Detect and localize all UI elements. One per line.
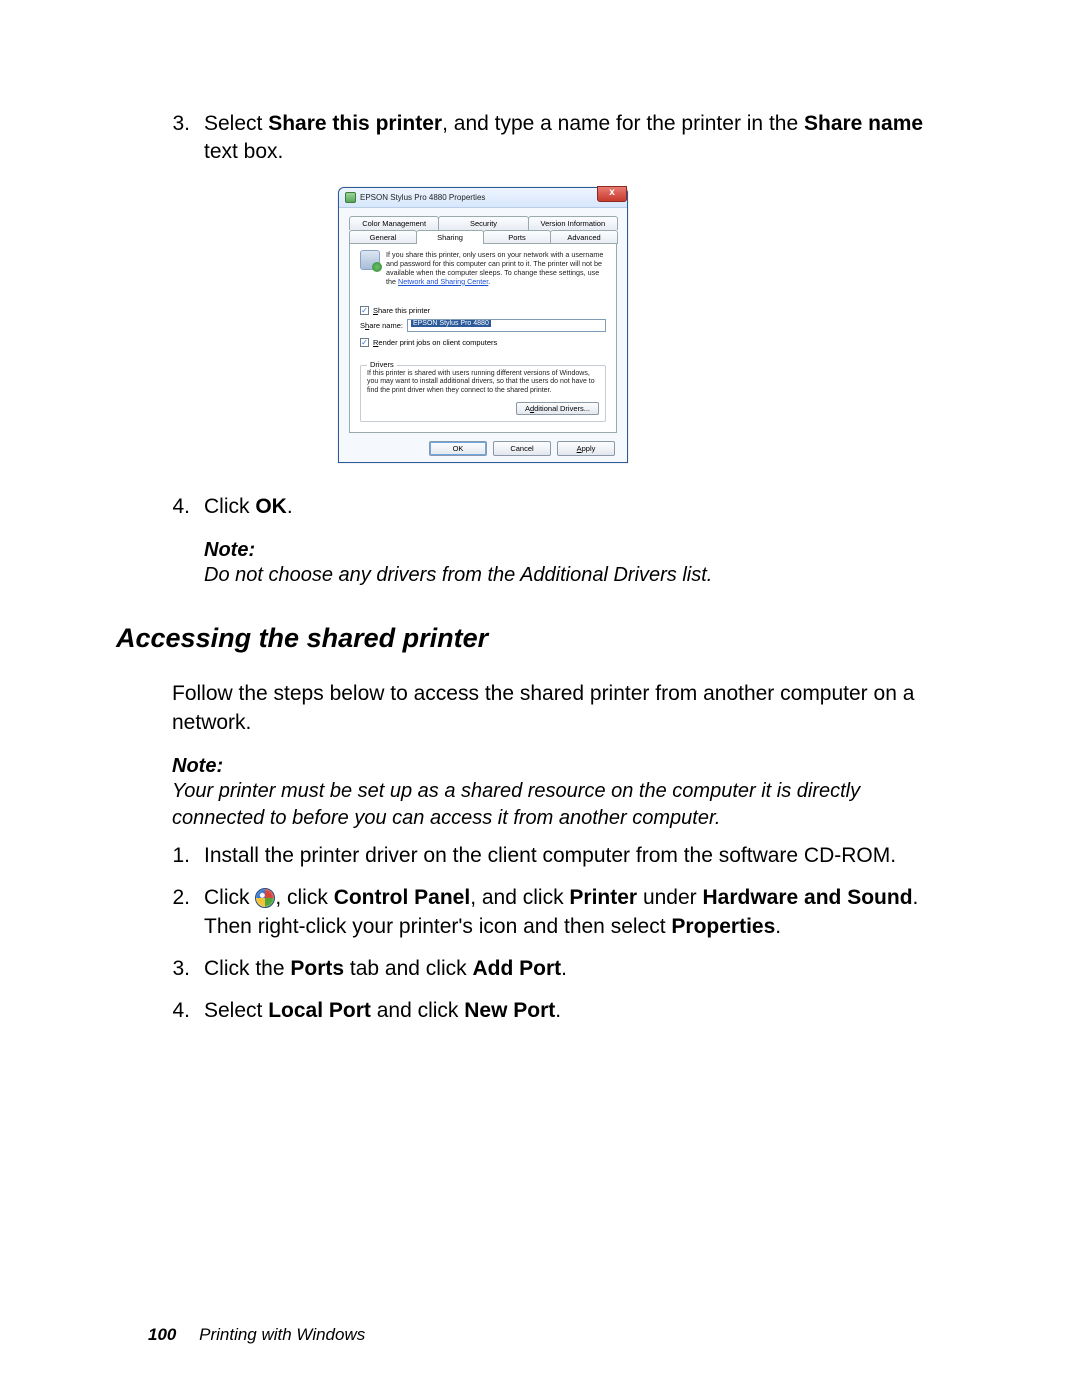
- bold-share-this-printer: Share this printer: [268, 112, 442, 135]
- close-button[interactable]: x: [597, 186, 627, 202]
- tab-advanced[interactable]: Advanced: [550, 230, 618, 244]
- tab-row-bottom: General Sharing Ports Advanced: [349, 230, 617, 244]
- tab-row-top: Color Management Security Version Inform…: [349, 216, 617, 230]
- text: .: [555, 999, 561, 1022]
- ok-button[interactable]: OK: [429, 441, 487, 456]
- sharing-description-text: If you share this printer, only users on…: [386, 250, 606, 286]
- step-number: 4.: [148, 493, 204, 521]
- text: .: [775, 915, 781, 938]
- tabs-area: Color Management Security Version Inform…: [339, 208, 627, 244]
- share-name-input[interactable]: EPSON Stylus Pro 4880: [407, 319, 606, 332]
- step-body: Click , click Control Panel, and click P…: [204, 884, 938, 941]
- bold-new-port: New Port: [464, 999, 555, 1022]
- page-content: 3. Select Share this printer, and type a…: [148, 110, 938, 1040]
- tab-color-management[interactable]: Color Management: [349, 216, 439, 230]
- share-this-printer-checkbox[interactable]: ✓: [360, 306, 369, 315]
- text: .: [287, 495, 293, 518]
- bold-ok: OK: [255, 495, 287, 518]
- access-step-1: 1. Install the printer driver on the cli…: [148, 842, 938, 870]
- sharing-description: If you share this printer, only users on…: [360, 250, 606, 286]
- step-3: 3. Select Share this printer, and type a…: [148, 110, 938, 167]
- bold-properties: Properties: [671, 915, 775, 938]
- tab-sharing[interactable]: Sharing: [416, 230, 484, 244]
- share-this-printer-label: Share this printer: [373, 306, 430, 315]
- text: text box.: [204, 140, 283, 163]
- note-1: Note: Do not choose any drivers from the…: [148, 539, 938, 589]
- dialog-titlebar: EPSON Stylus Pro 4880 Properties x: [339, 188, 627, 208]
- share-name-row: Share name: EPSON Stylus Pro 4880: [360, 319, 606, 332]
- note-label: Note:: [204, 539, 938, 562]
- dialog-figure: EPSON Stylus Pro 4880 Properties x Color…: [338, 187, 628, 463]
- step-body: Click the Ports tab and click Add Port.: [204, 955, 938, 983]
- bold-share-name: Share name: [804, 112, 923, 135]
- note-body: Your printer must be set up as a shared …: [172, 778, 938, 832]
- text: and click: [371, 999, 464, 1022]
- bold-printer: Printer: [569, 886, 637, 909]
- network-sharing-center-link[interactable]: Network and Sharing Center: [398, 277, 488, 286]
- apply-button[interactable]: Apply: [557, 441, 615, 456]
- sharing-panel: If you share this printer, only users on…: [349, 243, 617, 433]
- step-number: 4.: [148, 997, 204, 1025]
- tab-ports[interactable]: Ports: [483, 230, 551, 244]
- note-2: Note: Your printer must be set up as a s…: [148, 755, 938, 832]
- bold-control-panel: Control Panel: [334, 886, 471, 909]
- text: under: [637, 886, 702, 909]
- page-footer: 100 Printing with Windows: [148, 1325, 365, 1345]
- printer-share-icon: [360, 250, 380, 270]
- section-heading: Accessing the shared printer: [116, 623, 938, 654]
- step-body: Select Local Port and click New Port.: [204, 997, 938, 1025]
- text: , and click: [470, 886, 569, 909]
- note-label: Note:: [172, 755, 938, 778]
- text: Click the: [204, 957, 290, 980]
- printer-icon: [345, 192, 356, 203]
- share-name-label: Share name:: [360, 321, 403, 330]
- share-name-value: EPSON Stylus Pro 4880: [411, 320, 491, 327]
- step-number: 3.: [148, 955, 204, 983]
- additional-drivers-button[interactable]: Additional Drivers...: [516, 402, 599, 415]
- text: , and type a name for the printer in the: [442, 112, 804, 135]
- dialog-bottom-buttons: OK Cancel Apply: [339, 441, 627, 456]
- bold-local-port: Local Port: [268, 999, 371, 1022]
- page-number: 100: [148, 1325, 176, 1344]
- chapter-title: Printing with Windows: [199, 1325, 365, 1344]
- access-step-3: 3. Click the Ports tab and click Add Por…: [148, 955, 938, 983]
- tab-version-information[interactable]: Version Information: [528, 216, 618, 230]
- access-step-2: 2. Click , click Control Panel, and clic…: [148, 884, 938, 941]
- step-4: 4. Click OK.: [148, 493, 938, 521]
- drivers-button-row: Additional Drivers...: [367, 402, 599, 415]
- text: , click: [275, 886, 333, 909]
- text: Click: [204, 886, 255, 909]
- step-body: Select Share this printer, and type a na…: [204, 110, 938, 167]
- bold-ports: Ports: [290, 957, 344, 980]
- render-jobs-row: ✓ Render print jobs on client computers: [360, 338, 606, 347]
- access-step-4: 4. Select Local Port and click New Port.: [148, 997, 938, 1025]
- drivers-group: Drivers If this printer is shared with u…: [360, 365, 606, 422]
- intro-paragraph: Follow the steps below to access the sha…: [148, 680, 938, 737]
- printer-properties-dialog: EPSON Stylus Pro 4880 Properties x Color…: [338, 187, 628, 463]
- tab-general[interactable]: General: [349, 230, 417, 244]
- text: Select: [204, 999, 268, 1022]
- text: Select: [204, 112, 268, 135]
- windows-start-orb-icon: [255, 888, 275, 908]
- text: Click: [204, 495, 255, 518]
- cancel-button[interactable]: Cancel: [493, 441, 551, 456]
- dialog-title: EPSON Stylus Pro 4880 Properties: [360, 193, 485, 202]
- step-number: 2.: [148, 884, 204, 941]
- text: tab and click: [344, 957, 472, 980]
- step-number: 3.: [148, 110, 204, 167]
- text: .: [561, 957, 567, 980]
- share-this-printer-row: ✓ Share this printer: [360, 306, 606, 315]
- step-number: 1.: [148, 842, 204, 870]
- bold-add-port: Add Port: [472, 957, 561, 980]
- render-jobs-label: Render print jobs on client computers: [373, 338, 497, 347]
- tab-security[interactable]: Security: [438, 216, 528, 230]
- step-body: Install the printer driver on the client…: [204, 842, 938, 870]
- step-body: Click OK.: [204, 493, 938, 521]
- render-jobs-checkbox[interactable]: ✓: [360, 338, 369, 347]
- text: .: [488, 277, 490, 286]
- drivers-group-text: If this printer is shared with users run…: [367, 370, 599, 396]
- bold-hardware-and-sound: Hardware and Sound: [703, 886, 913, 909]
- drivers-group-title: Drivers: [367, 360, 397, 369]
- note-body: Do not choose any drivers from the Addit…: [204, 562, 938, 589]
